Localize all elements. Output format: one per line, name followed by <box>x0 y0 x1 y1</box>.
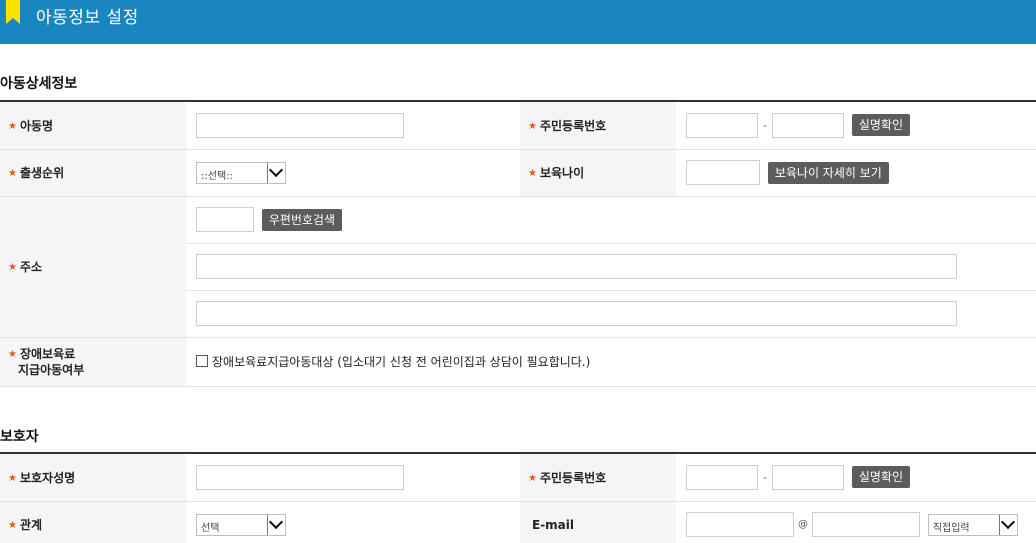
zip-code-input[interactable] <box>196 207 254 232</box>
birth-order-select[interactable]: ::선택:: <box>196 161 286 184</box>
address-line2-input[interactable] <box>196 301 957 326</box>
dash-separator: - <box>763 470 767 484</box>
guardian-info-table: ★ 보호자성명 ★ 주민등록번호 - 실명확인 ★ 관계 선택 E-mail @ 직접… <box>0 454 1036 543</box>
guardian-rrn-label: 주민등록번호 <box>539 470 607 485</box>
dash-separator: - <box>763 118 767 132</box>
disability-label-line1: 장애보육료 <box>19 346 76 361</box>
age-input[interactable] <box>686 160 760 185</box>
disability-label-line2: 지급아동여부 <box>18 362 85 377</box>
email-domain-input[interactable] <box>812 512 920 537</box>
guardian-rrn-label-cell: ★ 주민등록번호 <box>520 454 676 502</box>
email-id-input[interactable] <box>686 512 794 537</box>
age-label: 보육나이 <box>539 166 585 180</box>
address-label: 주소 <box>19 260 43 274</box>
guardian-name-label-cell: ★ 보호자성명 <box>0 454 186 502</box>
required-star-icon: ★ <box>8 120 17 132</box>
guardian-rrn-back-input[interactable] <box>772 464 844 490</box>
relation-select-value: 선택 <box>201 522 220 534</box>
chevron-down-icon <box>267 514 285 535</box>
email-domain-select[interactable]: 직접입력 <box>927 513 1018 536</box>
guardian-verify-button[interactable]: 실명확인 <box>851 466 910 489</box>
birth-order-label-cell: ★ 출생순위 <box>0 149 186 197</box>
page-title: 아동정보 설정 <box>36 8 139 28</box>
age-label-cell: ★ 보육나이 <box>520 149 676 197</box>
relation-label: 관계 <box>19 518 43 532</box>
address-line1-input[interactable] <box>196 254 957 279</box>
disability-checkbox-label: 장애보육료지급아동대상 (입소대기 신청 전 어린이집과 상담이 필요합니다.) <box>212 355 591 369</box>
child-info-table: ★ 아동명 ★ 주민등록번호 - 실명확인 ★ 출생순위 ::선택:: ★ 보육나이 보… <box>0 102 1036 387</box>
disability-checkbox[interactable] <box>196 354 208 367</box>
address-label-cell: ★ 주소 <box>0 196 186 338</box>
required-star-icon: ★ <box>8 472 17 484</box>
child-name-label-cell: ★ 아동명 <box>0 102 186 150</box>
section-title-child: 아동상세정보 <box>0 76 78 92</box>
zip-search-button[interactable]: 우편번호검색 <box>261 208 343 231</box>
required-star-icon: ★ <box>8 348 17 360</box>
required-star-icon: ★ <box>8 262 17 273</box>
child-rrn-front-input[interactable] <box>686 112 758 138</box>
guardian-rrn-front-input[interactable] <box>686 464 758 490</box>
chevron-down-icon <box>267 162 285 183</box>
section-title-guardian: 보호자 <box>0 429 39 445</box>
required-star-icon: ★ <box>8 168 17 179</box>
child-rrn-label-cell: ★ 주민등록번호 <box>520 102 676 150</box>
bookmark-flag-icon <box>6 0 20 24</box>
child-rrn-label: 주민등록번호 <box>539 118 607 133</box>
email-at-sign: @ <box>798 519 808 530</box>
age-detail-button[interactable]: 보육나이 자세히 보기 <box>767 161 889 184</box>
guardian-name-input[interactable] <box>196 464 404 490</box>
child-name-input[interactable] <box>196 112 404 138</box>
email-domain-select-value: 직접입력 <box>932 522 970 534</box>
child-name-label: 아동명 <box>19 118 54 133</box>
required-star-icon: ★ <box>8 520 17 531</box>
relation-label-cell: ★ 관계 <box>0 501 186 543</box>
relation-select[interactable]: 선택 <box>196 513 286 536</box>
guardian-name-label: 보호자성명 <box>19 470 76 485</box>
birth-order-select-value: ::선택:: <box>201 170 233 182</box>
required-star-icon: ★ <box>528 120 537 132</box>
birth-order-label: 출생순위 <box>19 166 65 180</box>
required-star-icon: ★ <box>528 168 537 179</box>
child-rrn-back-input[interactable] <box>772 112 844 138</box>
required-star-icon: ★ <box>528 472 537 484</box>
email-label-cell: E-mail <box>520 501 676 543</box>
disability-label-cell: ★ 장애보육료 지급아동여부 <box>0 337 186 387</box>
child-verify-button[interactable]: 실명확인 <box>851 114 910 137</box>
chevron-down-icon <box>998 514 1017 535</box>
email-label: E-mail <box>532 517 575 532</box>
page-header: 아동정보 설정 <box>0 0 1036 44</box>
